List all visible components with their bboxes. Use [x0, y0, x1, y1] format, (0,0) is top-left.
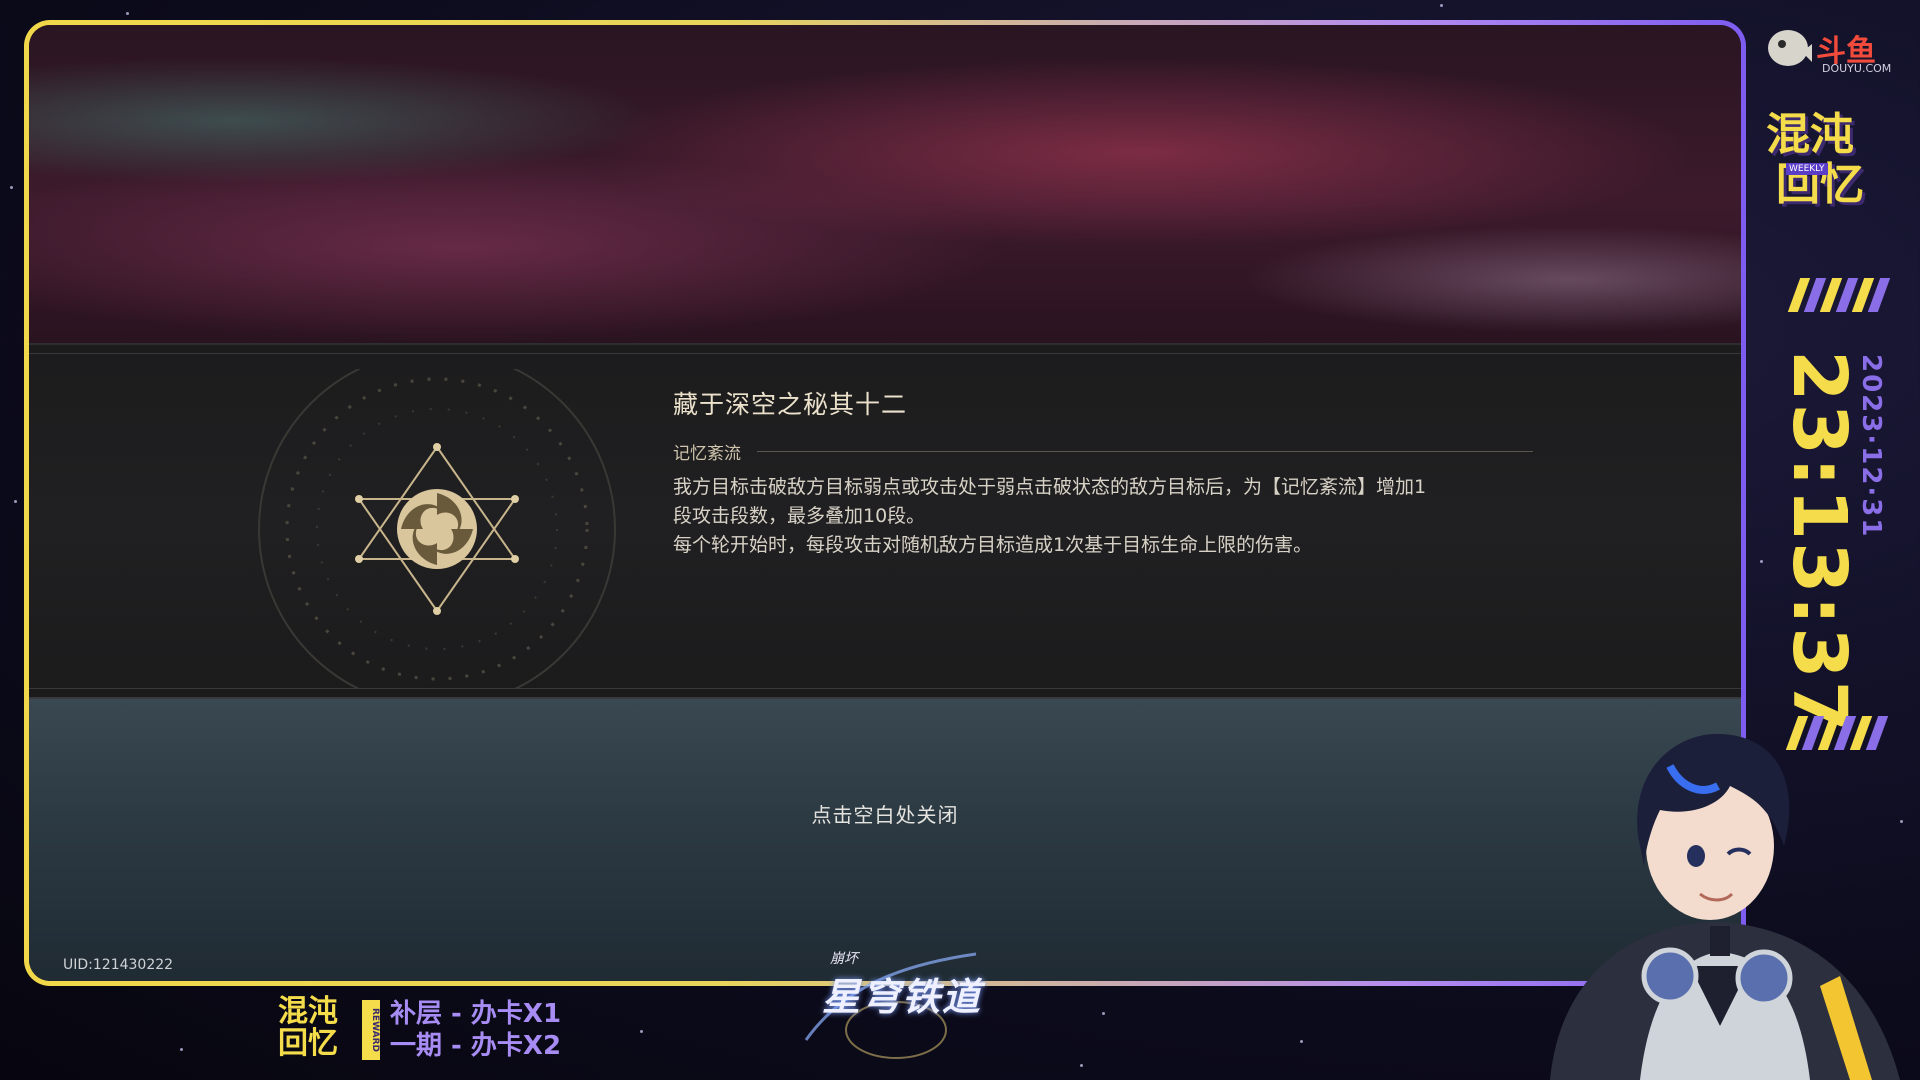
- blessing-detail-panel: 藏于深空之秘其十二 记忆紊流 我方目标击破敌方目标弱点或攻击处于弱点击破状态的敌…: [29, 343, 1741, 708]
- decorative-stripes: [1787, 278, 1891, 312]
- reward-line: 一期 - 办卡X2: [390, 1031, 562, 1061]
- streamer-avatar: [1520, 726, 1920, 1080]
- panel-divider: [29, 353, 1741, 354]
- reward-title-line: 混沌: [278, 994, 338, 1029]
- game-logo-subtitle: 崩坏: [830, 951, 858, 967]
- description-line: 段攻击段数，最多叠加10段。: [673, 505, 926, 527]
- blurred-background-top[interactable]: [29, 25, 1741, 343]
- event-title-line: 混沌: [1766, 109, 1854, 160]
- game-frame: 藏于深空之秘其十二 记忆紊流 我方目标击破敌方目标弱点或攻击处于弱点击破状态的敌…: [24, 20, 1746, 986]
- star: [1440, 4, 1443, 7]
- game-logo-title: 星穹铁道: [822, 975, 983, 1019]
- blessing-title: 藏于深空之秘其十二: [673, 390, 908, 419]
- star: [1080, 1064, 1083, 1067]
- douyu-logo: 斗鱼 DOUYU.COM: [1762, 22, 1900, 78]
- reward-title-line: 回忆: [278, 1026, 338, 1061]
- star: [14, 500, 17, 503]
- star: [640, 1030, 643, 1033]
- path-label: 记忆紊流: [673, 443, 741, 464]
- reward-line: 补层 - 办卡X1: [390, 999, 562, 1029]
- close-area[interactable]: 点击空白处关闭 UID:121430222: [29, 699, 1741, 981]
- player-uid: UID:121430222: [63, 957, 174, 973]
- star: [180, 1048, 183, 1051]
- reward-lines: 补层 - 办卡X1 一期 - 办卡X2: [390, 998, 561, 1062]
- reward-tag: REWARD: [362, 1000, 380, 1060]
- reward-title: 混沌 回忆: [278, 996, 360, 1060]
- path-row: 记忆紊流: [673, 439, 1533, 464]
- game-logo: 崩坏 星穹铁道: [786, 944, 998, 1064]
- star: [126, 12, 129, 15]
- blessing-description: 我方目标击破敌方目标弱点或攻击处于弱点击破状态的敌方目标后，为【记忆紊流】增加1…: [673, 473, 1553, 560]
- star: [1760, 560, 1763, 563]
- platform-url: DOUYU.COM: [1822, 62, 1892, 75]
- description-line: 每个轮开始时，每段攻击对随机敌方目标造成1次基于目标生命上限的伤害。: [673, 534, 1313, 556]
- weekly-tag: WEEKLY: [1786, 163, 1828, 175]
- stream-clock: 23:13:37: [1776, 350, 1862, 735]
- star: [1102, 1012, 1105, 1015]
- star: [1300, 1040, 1303, 1043]
- star: [10, 186, 13, 189]
- memory-turbulence-emblem-icon: [257, 350, 617, 708]
- douyu-fish-icon: [1768, 30, 1812, 66]
- close-hint[interactable]: 点击空白处关闭: [29, 799, 1741, 828]
- event-title: 混沌 回忆: [1766, 110, 1896, 210]
- stream-date: 2023·12·31: [1856, 354, 1886, 539]
- description-line: 我方目标击破敌方目标弱点或攻击处于弱点击破状态的敌方目标后，为【记忆紊流】增加1: [673, 476, 1427, 498]
- path-divider: [757, 450, 1533, 452]
